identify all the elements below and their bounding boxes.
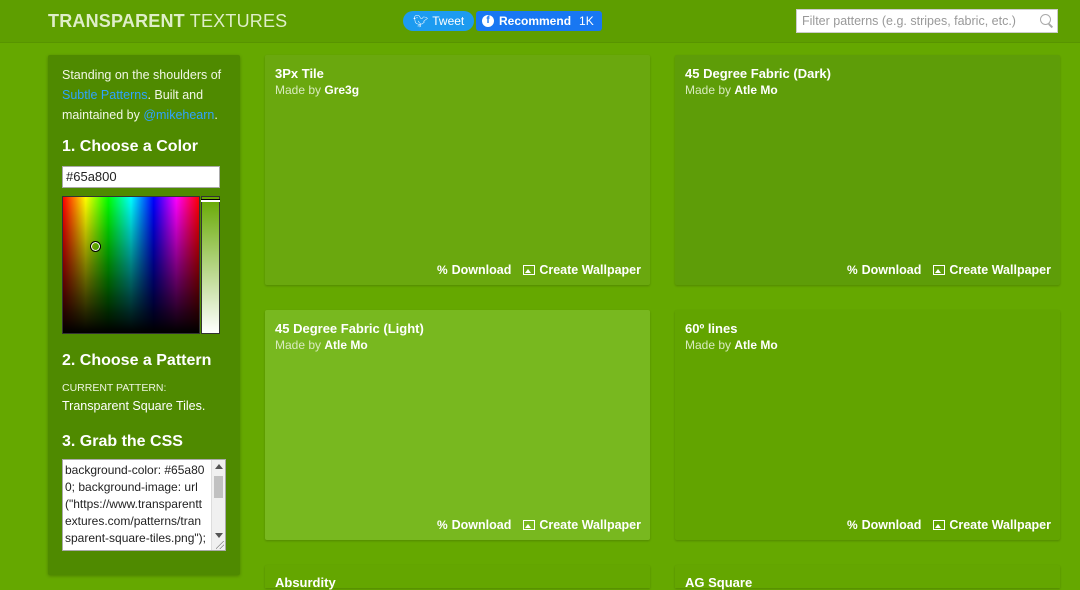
create-wallpaper-button[interactable]: Create Wallpaper: [523, 518, 641, 532]
current-pattern-label: CURRENT PATTERN:: [62, 382, 167, 394]
create-wallpaper-button[interactable]: Create Wallpaper: [523, 263, 641, 277]
step-choose-color-heading: 1. Choose a Color: [62, 138, 199, 155]
link-icon: %: [436, 518, 448, 532]
made-by-label: Made by: [275, 83, 322, 97]
download-label: Download: [861, 263, 922, 277]
image-icon: [523, 265, 536, 275]
current-pattern-value: Transparent Square Tiles.: [62, 399, 206, 413]
download-label: Download: [861, 518, 922, 532]
made-by-label: Made by: [685, 338, 732, 352]
step-choose-pattern-heading: 2. Choose a Pattern: [62, 352, 212, 369]
link-icon: %: [846, 263, 858, 277]
shade-gradient: [63, 197, 199, 333]
site-logo[interactable]: TRANSPARENT TEXTURES: [48, 11, 287, 32]
pattern-card[interactable]: 45 Degree Fabric (Dark) Made by Atle Mo …: [675, 55, 1060, 285]
pattern-author: Made by Atle Mo: [685, 338, 778, 352]
wallpaper-label: Create Wallpaper: [539, 263, 641, 277]
image-icon: [933, 520, 946, 530]
recommend-label: Recommend: [499, 14, 572, 28]
download-button[interactable]: % Download: [847, 263, 921, 277]
card-actions: % Download Create Wallpaper: [437, 263, 641, 277]
image-icon: [933, 265, 946, 275]
download-button[interactable]: % Download: [437, 518, 511, 532]
scroll-up-arrow-icon[interactable]: [215, 464, 223, 469]
scroll-down-arrow-icon[interactable]: [215, 533, 223, 538]
pattern-author: Made by Atle Mo: [685, 83, 778, 97]
pattern-title[interactable]: 60º lines: [685, 321, 737, 336]
search-placeholder: Filter patterns (e.g. stripes, fabric, e…: [802, 14, 1016, 28]
pattern-author: Made by Atle Mo: [275, 338, 368, 352]
intro-text: Standing on the shoulders of Subtle Patt…: [62, 65, 234, 125]
pattern-card[interactable]: Absurdity: [265, 565, 650, 590]
subtle-patterns-link[interactable]: Subtle Patterns: [62, 88, 147, 102]
search-icon[interactable]: [1040, 14, 1051, 25]
card-actions: % Download Create Wallpaper: [847, 518, 1051, 532]
top-bar: TRANSPARENT TEXTURES 🐦︎ Tweet f Recommen…: [0, 0, 1080, 43]
mikehearn-link[interactable]: @mikehearn: [143, 108, 214, 122]
author-name[interactable]: Gre3g: [324, 83, 359, 97]
image-icon: [523, 520, 536, 530]
pattern-card[interactable]: 45 Degree Fabric (Light) Made by Atle Mo…: [265, 310, 650, 540]
tweet-button[interactable]: 🐦︎ Tweet: [403, 11, 475, 31]
resize-grip-icon[interactable]: [216, 541, 224, 549]
pattern-author: Made by Gre3g: [275, 83, 359, 97]
card-actions: % Download Create Wallpaper: [437, 518, 641, 532]
pattern-card[interactable]: 3Px Tile Made by Gre3g % Download Create …: [265, 55, 650, 285]
pattern-card[interactable]: 60º lines Made by Atle Mo % Download Crea…: [675, 310, 1060, 540]
textarea-scrollbar[interactable]: [211, 460, 225, 550]
author-name[interactable]: Atle Mo: [734, 338, 777, 352]
made-by-label: Made by: [275, 338, 322, 352]
css-output-textarea[interactable]: background-color: #65a800; background-im…: [62, 459, 226, 551]
color-hex-input[interactable]: #65a800: [62, 166, 220, 188]
lightness-slider-handle[interactable]: [201, 199, 220, 202]
logo-bold: TRANSPARENT: [48, 11, 185, 31]
facebook-recommend-button[interactable]: f Recommend 1K: [476, 11, 602, 31]
color-picker-area[interactable]: [62, 196, 200, 334]
link-icon: %: [846, 518, 858, 532]
card-actions: % Download Create Wallpaper: [847, 263, 1051, 277]
pattern-filter-input[interactable]: Filter patterns (e.g. stripes, fabric, e…: [796, 9, 1058, 33]
tweet-label: Tweet: [432, 14, 465, 28]
made-by-label: Made by: [685, 83, 732, 97]
download-label: Download: [451, 518, 512, 532]
scroll-thumb[interactable]: [214, 476, 223, 498]
pattern-title[interactable]: 3Px Tile: [275, 66, 324, 81]
author-name[interactable]: Atle Mo: [734, 83, 777, 97]
download-button[interactable]: % Download: [847, 518, 921, 532]
intro-text-part: Standing on the shoulders of: [62, 68, 222, 82]
color-picker-handle[interactable]: [90, 241, 101, 252]
step-grab-css-heading: 3. Grab the CSS: [62, 433, 183, 450]
wallpaper-label: Create Wallpaper: [539, 518, 641, 532]
lightness-slider[interactable]: [201, 196, 220, 334]
create-wallpaper-button[interactable]: Create Wallpaper: [933, 263, 1051, 277]
sidebar: Standing on the shoulders of Subtle Patt…: [48, 55, 240, 575]
facebook-icon: f: [482, 15, 494, 27]
pattern-title[interactable]: 45 Degree Fabric (Light): [275, 321, 424, 336]
pattern-card[interactable]: AG Square: [675, 565, 1060, 590]
intro-text-part: .: [214, 108, 218, 122]
link-icon: %: [436, 263, 448, 277]
author-name[interactable]: Atle Mo: [324, 338, 367, 352]
css-output-text: background-color: #65a800; background-im…: [65, 463, 206, 545]
wallpaper-label: Create Wallpaper: [949, 518, 1051, 532]
create-wallpaper-button[interactable]: Create Wallpaper: [933, 518, 1051, 532]
wallpaper-label: Create Wallpaper: [949, 263, 1051, 277]
twitter-bird-icon: 🐦︎: [413, 14, 429, 28]
download-button[interactable]: % Download: [437, 263, 511, 277]
logo-light: TEXTURES: [189, 11, 288, 31]
recommend-count: 1K: [579, 14, 594, 28]
download-label: Download: [451, 263, 512, 277]
pattern-title[interactable]: 45 Degree Fabric (Dark): [685, 66, 831, 81]
